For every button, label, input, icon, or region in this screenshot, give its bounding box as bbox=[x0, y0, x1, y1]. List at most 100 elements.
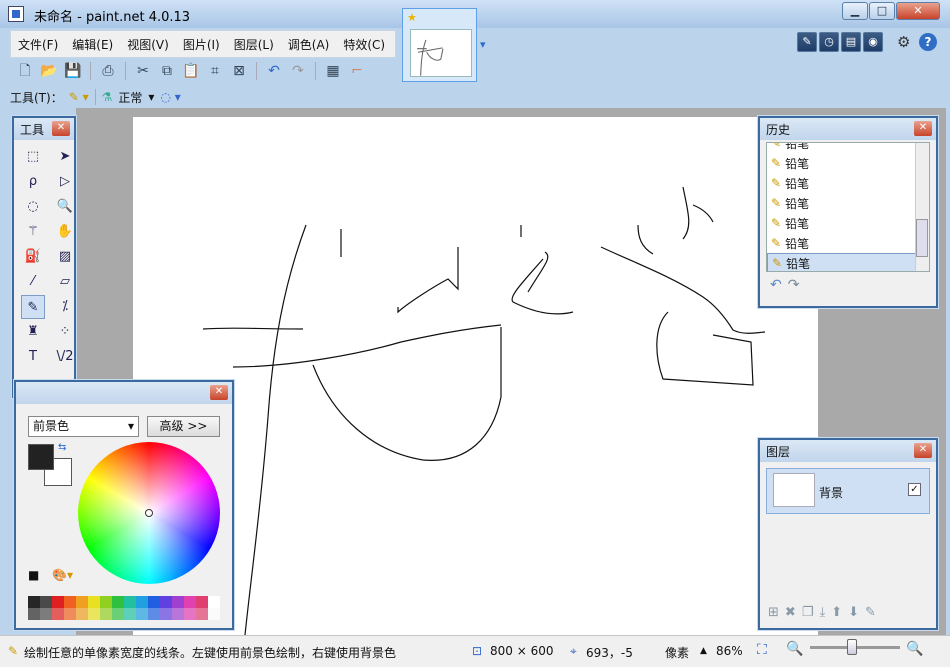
palette-swatch[interactable] bbox=[112, 596, 124, 608]
menu-edit[interactable]: 编辑(E) bbox=[65, 36, 120, 53]
tools-window-icon[interactable]: ✎ bbox=[797, 32, 817, 52]
menu-view[interactable]: 视图(V) bbox=[120, 36, 176, 53]
history-item-selected[interactable]: ✎ 铅笔 bbox=[767, 253, 929, 271]
menu-image[interactable]: 图片(I) bbox=[176, 36, 227, 53]
redo-icon[interactable]: ↷ bbox=[788, 277, 800, 293]
zoom-in-icon[interactable]: 🔍 bbox=[906, 641, 923, 657]
move-selected-icon[interactable]: ➤ bbox=[53, 145, 77, 169]
paste-icon[interactable]: 📋 bbox=[180, 60, 202, 82]
history-scrollbar[interactable] bbox=[915, 143, 929, 271]
palette-swatch[interactable] bbox=[64, 596, 76, 608]
palette-swatch[interactable] bbox=[208, 608, 220, 620]
help-icon[interactable]: ? bbox=[919, 33, 937, 51]
history-item[interactable]: ✎ 铅笔 bbox=[767, 233, 929, 253]
palette-swatch[interactable] bbox=[40, 596, 52, 608]
palette-swatch[interactable] bbox=[88, 608, 100, 620]
palette-swatch[interactable] bbox=[136, 608, 148, 620]
tools-panel-close-button[interactable]: ✕ bbox=[52, 121, 70, 136]
pan-hand-icon[interactable]: ✋ bbox=[53, 220, 77, 244]
text-icon[interactable]: T bbox=[21, 345, 45, 369]
colors-window-icon[interactable]: ◉ bbox=[863, 32, 883, 52]
advanced-button[interactable]: 高级 >> bbox=[147, 416, 220, 437]
palette-menu-icon[interactable]: 🎨▾ bbox=[52, 568, 73, 582]
pencil-tool-dropdown-icon[interactable]: ✎ ▾ bbox=[69, 90, 89, 104]
blend-mode-select[interactable]: 正常 bbox=[118, 89, 142, 106]
colors-panel-close-button[interactable]: ✕ bbox=[210, 385, 228, 400]
layers-panel-close-button[interactable]: ✕ bbox=[914, 443, 932, 458]
ruler-icon[interactable]: ⌐ bbox=[346, 60, 368, 82]
palette-swatch[interactable] bbox=[172, 596, 184, 608]
menu-file[interactable]: 文件(F) bbox=[11, 36, 65, 53]
minimize-button[interactable]: ▁ bbox=[842, 2, 868, 20]
pencil-icon[interactable]: ✎ bbox=[21, 295, 45, 319]
palette-swatch[interactable] bbox=[88, 596, 100, 608]
palette-swatch[interactable] bbox=[148, 596, 160, 608]
history-item[interactable]: ✎ 铅笔 bbox=[767, 213, 929, 233]
line-curve-icon[interactable]: \/2 bbox=[53, 345, 77, 369]
add-to-palette-icon[interactable]: ■ bbox=[28, 568, 39, 582]
new-file-icon[interactable]: 🗋 bbox=[14, 60, 36, 82]
palette-swatch[interactable] bbox=[184, 596, 196, 608]
palette-swatch[interactable] bbox=[100, 608, 112, 620]
palette-swatch[interactable] bbox=[208, 596, 220, 608]
grid-icon[interactable]: ▦ bbox=[322, 60, 344, 82]
layer-visibility-checkbox[interactable]: ✓ bbox=[908, 483, 921, 496]
gradient-icon[interactable]: ▨ bbox=[53, 245, 77, 269]
add-layer-icon[interactable]: ⊞ bbox=[768, 605, 779, 620]
color-target-select[interactable]: 前景色 ▾ bbox=[28, 416, 139, 437]
crop-icon[interactable]: ⌗ bbox=[204, 60, 226, 82]
antialias-dropdown-icon[interactable]: ◌ ▾ bbox=[160, 90, 180, 104]
palette-swatch[interactable] bbox=[100, 596, 112, 608]
paintbrush-icon[interactable]: ⁄ bbox=[21, 270, 45, 294]
palette-swatch[interactable] bbox=[76, 608, 88, 620]
magic-wand-icon[interactable]: ⚚ bbox=[21, 220, 45, 244]
history-panel-close-button[interactable]: ✕ bbox=[914, 121, 932, 136]
palette-swatch[interactable] bbox=[64, 608, 76, 620]
copy-icon[interactable]: ⧉ bbox=[156, 60, 178, 82]
palette-swatch[interactable] bbox=[76, 596, 88, 608]
history-window-icon[interactable]: ◷ bbox=[819, 32, 839, 52]
palette-swatch[interactable] bbox=[160, 608, 172, 620]
menu-layers[interactable]: 图层(L) bbox=[227, 36, 281, 53]
menu-adjustments[interactable]: 调色(A) bbox=[281, 36, 337, 53]
open-file-icon[interactable]: 📂 bbox=[38, 60, 60, 82]
palette-swatch[interactable] bbox=[124, 608, 136, 620]
palette-swatch[interactable] bbox=[112, 608, 124, 620]
unit-select[interactable]: 像素 bbox=[665, 644, 689, 661]
history-panel-title[interactable]: 历史 bbox=[760, 118, 936, 140]
layer-properties-icon[interactable]: ✎ bbox=[865, 605, 876, 620]
close-button[interactable]: ✕ bbox=[896, 2, 940, 20]
layers-window-icon[interactable]: ▤ bbox=[841, 32, 861, 52]
move-selection-icon[interactable]: ▷ bbox=[53, 170, 77, 194]
colors-panel-header[interactable] bbox=[16, 382, 232, 404]
palette-swatch[interactable] bbox=[136, 596, 148, 608]
palette-swatch[interactable] bbox=[196, 596, 208, 608]
history-scroll-thumb[interactable] bbox=[916, 219, 928, 257]
palette-swatch[interactable] bbox=[160, 596, 172, 608]
move-layer-down-icon[interactable]: ⬇ bbox=[848, 605, 859, 620]
history-item[interactable]: ✎ 铅笔 bbox=[767, 143, 929, 153]
print-icon[interactable]: ⎙ bbox=[97, 60, 119, 82]
swap-colors-icon[interactable]: ⇆ bbox=[58, 442, 66, 453]
zoom-out-icon[interactable]: 🔍 bbox=[786, 641, 803, 657]
redo-icon[interactable]: ↷ bbox=[287, 60, 309, 82]
undo-icon[interactable]: ↶ bbox=[770, 277, 782, 293]
palette-swatch[interactable] bbox=[28, 596, 40, 608]
palette-swatch[interactable] bbox=[52, 596, 64, 608]
layers-panel-title[interactable]: 图层 bbox=[760, 440, 936, 462]
save-icon[interactable]: 💾 bbox=[62, 60, 84, 82]
palette-swatch[interactable] bbox=[172, 608, 184, 620]
rectangle-select-icon[interactable]: ⬚ bbox=[21, 145, 45, 169]
history-item[interactable]: ✎ 铅笔 bbox=[767, 153, 929, 173]
history-item[interactable]: ✎ 铅笔 bbox=[767, 173, 929, 193]
move-layer-up-icon[interactable]: ⬆ bbox=[831, 605, 842, 620]
ellipse-select-icon[interactable]: ◌ bbox=[21, 195, 45, 219]
duplicate-layer-icon[interactable]: ❐ bbox=[802, 605, 814, 620]
history-item[interactable]: ✎ 铅笔 bbox=[767, 193, 929, 213]
fit-window-icon[interactable]: ⛶ bbox=[757, 642, 767, 658]
palette-swatch[interactable] bbox=[124, 596, 136, 608]
paint-bucket-icon[interactable]: ⛽ bbox=[21, 245, 45, 269]
layer-row[interactable]: 背景 ✓ bbox=[766, 468, 930, 514]
merge-layer-icon[interactable]: ⤓ bbox=[819, 605, 825, 620]
zoom-icon[interactable]: 🔍 bbox=[53, 195, 77, 219]
